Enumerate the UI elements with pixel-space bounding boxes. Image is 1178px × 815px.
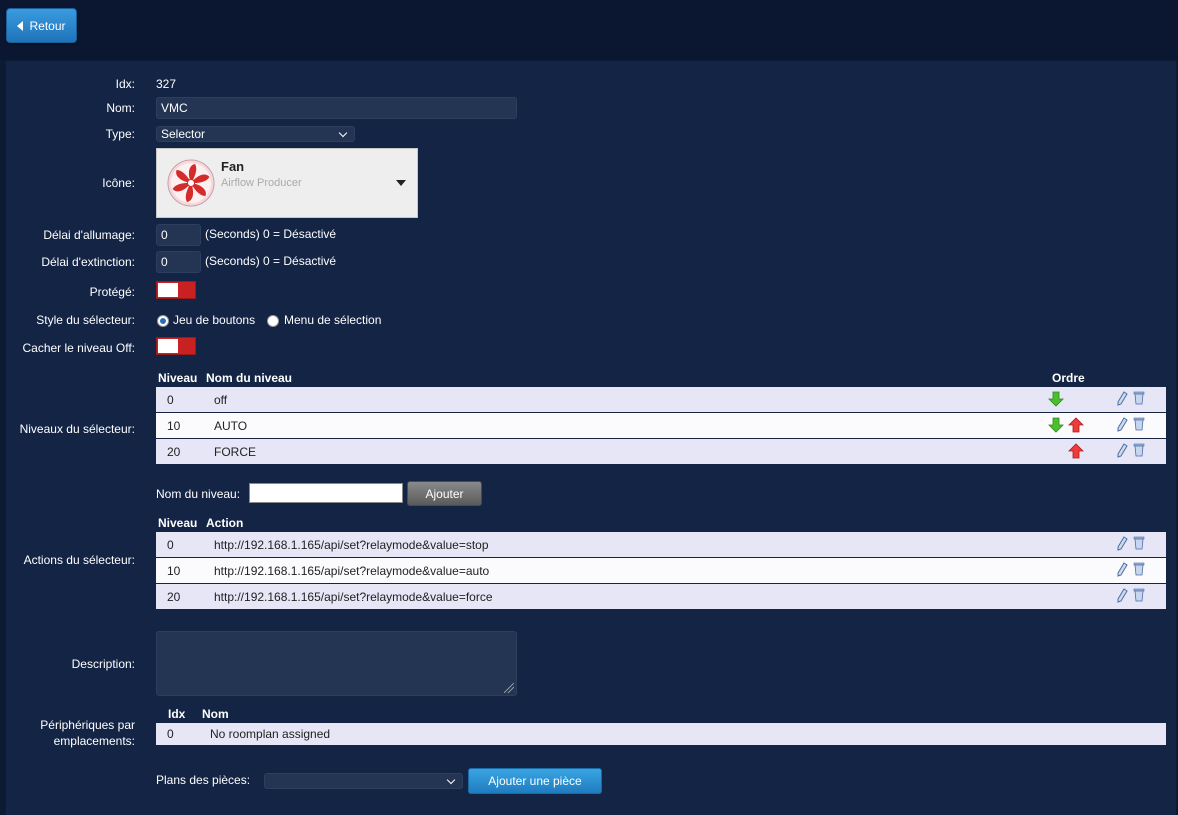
caret-down-icon[interactable]	[396, 180, 406, 186]
level-value: 0	[167, 392, 174, 407]
level-value: 10	[167, 418, 181, 433]
toggle-knob	[158, 339, 178, 353]
off-delay-input[interactable]: 0	[156, 251, 201, 273]
type-label: Type:	[105, 127, 135, 141]
protected-toggle[interactable]	[156, 281, 196, 299]
off-delay-value: 0	[161, 255, 168, 269]
actions-section-label: Actions du sélecteur:	[23, 553, 135, 567]
back-button-label: Retour	[29, 18, 66, 33]
hide-off-toggle[interactable]	[156, 337, 196, 355]
name-input[interactable]: VMC	[156, 97, 517, 119]
protected-label: Protégé:	[89, 285, 135, 299]
action-url: http://192.168.1.165/api/set?relaymode&v…	[214, 589, 493, 604]
action-level: 20	[167, 589, 181, 604]
off-delay-label: Délai d'extinction:	[41, 255, 135, 269]
pencil-icon[interactable]	[1116, 562, 1128, 577]
roomplans-col-idx: Idx	[168, 707, 186, 721]
action-row[interactable]: 20 http://192.168.1.165/api/set?relaymod…	[156, 584, 1166, 609]
chevron-down-icon	[338, 128, 348, 137]
toggle-knob	[158, 283, 178, 297]
add-room-button[interactable]: Ajouter une pièce	[468, 768, 602, 794]
action-row[interactable]: 0 http://192.168.1.165/api/set?relaymode…	[156, 532, 1166, 557]
trash-icon[interactable]	[1133, 442, 1145, 457]
plans-label: Plans des pièces:	[156, 773, 251, 787]
action-row[interactable]: 10 http://192.168.1.165/api/set?relaymod…	[156, 558, 1166, 583]
on-delay-hint: (Seconds) 0 = Désactivé	[205, 227, 337, 241]
trash-icon[interactable]	[1133, 416, 1145, 431]
icon-label: Icône:	[102, 176, 135, 190]
actions-col-action: Action	[206, 516, 244, 530]
pencil-icon[interactable]	[1116, 391, 1128, 406]
level-value: 20	[167, 444, 181, 459]
roomplans-section-label: Périphériques par emplacements:	[40, 718, 135, 748]
selector-style-label: Style du sélecteur:	[36, 313, 135, 327]
levels-col-level: Niveau	[158, 371, 198, 385]
on-delay-label: Délai d'allumage:	[43, 228, 135, 242]
action-url: http://192.168.1.165/api/set?relaymode&v…	[214, 537, 489, 552]
style-menu-radio[interactable]	[267, 315, 279, 327]
style-buttons-radio[interactable]	[157, 315, 169, 327]
type-select-value: Selector	[161, 127, 206, 141]
idx-value: 327	[156, 77, 177, 91]
move-up-icon[interactable]	[1068, 443, 1084, 459]
new-level-input[interactable]	[249, 483, 403, 503]
new-level-label: Nom du niveau:	[156, 487, 241, 501]
level-row[interactable]: 20 FORCE	[156, 439, 1166, 464]
name-input-value: VMC	[161, 101, 188, 115]
level-name: FORCE	[214, 444, 256, 459]
trash-icon[interactable]	[1133, 535, 1145, 550]
style-menu-label: Menu de sélection	[284, 313, 382, 327]
resize-grip-icon[interactable]	[504, 683, 514, 693]
level-row[interactable]: 10 AUTO	[156, 413, 1166, 438]
on-delay-input[interactable]: 0	[156, 224, 201, 246]
add-room-button-label: Ajouter une pièce	[488, 774, 582, 788]
levels-col-name: Nom du niveau	[206, 371, 293, 385]
description-textarea[interactable]	[156, 631, 517, 696]
fan-icon	[167, 159, 215, 207]
add-level-button[interactable]: Ajouter	[407, 481, 482, 506]
plans-select[interactable]	[264, 773, 463, 789]
pencil-icon[interactable]	[1116, 417, 1128, 432]
actions-col-level: Niveau	[158, 516, 198, 530]
levels-col-order: Ordre	[1052, 371, 1085, 385]
level-row[interactable]: 0 off	[156, 387, 1166, 412]
action-url: http://192.168.1.165/api/set?relaymode&v…	[214, 563, 490, 578]
top-bar: Retour	[0, 0, 1178, 60]
add-level-button-label: Ajouter	[425, 486, 464, 501]
trash-icon[interactable]	[1133, 561, 1145, 576]
level-name: AUTO	[214, 418, 248, 433]
move-down-icon[interactable]	[1048, 391, 1064, 407]
move-up-icon[interactable]	[1068, 417, 1084, 433]
type-select[interactable]: Selector	[156, 126, 355, 142]
levels-section-label: Niveaux du sélecteur:	[19, 422, 135, 436]
chevron-down-icon	[446, 775, 456, 784]
roomplan-name: No roomplan assigned	[210, 727, 331, 741]
description-label: Description:	[71, 657, 135, 671]
icon-picker[interactable]: Fan Airflow Producer	[156, 148, 418, 218]
roomplan-idx: 0	[167, 727, 174, 741]
pencil-icon[interactable]	[1116, 588, 1128, 603]
on-delay-value: 0	[161, 228, 168, 242]
idx-label: Idx:	[115, 77, 135, 91]
pencil-icon[interactable]	[1116, 443, 1128, 458]
arrow-left-icon	[17, 20, 24, 31]
action-level: 0	[167, 537, 174, 552]
back-button[interactable]: Retour	[6, 8, 77, 43]
style-buttons-label: Jeu de boutons	[173, 313, 256, 327]
trash-icon[interactable]	[1133, 587, 1145, 602]
name-label: Nom:	[106, 101, 135, 115]
off-delay-hint: (Seconds) 0 = Désactivé	[205, 254, 337, 268]
action-level: 10	[167, 563, 181, 578]
level-name: off	[214, 392, 228, 407]
roomplan-row[interactable]: 0 No roomplan assigned	[156, 723, 1166, 745]
roomplans-col-name: Nom	[202, 707, 229, 721]
pencil-icon[interactable]	[1116, 536, 1128, 551]
icon-description: Airflow Producer	[221, 177, 302, 189]
hide-off-label: Cacher le niveau Off:	[22, 341, 135, 355]
trash-icon[interactable]	[1133, 390, 1145, 405]
move-down-icon[interactable]	[1048, 417, 1064, 433]
icon-name: Fan	[221, 159, 245, 174]
